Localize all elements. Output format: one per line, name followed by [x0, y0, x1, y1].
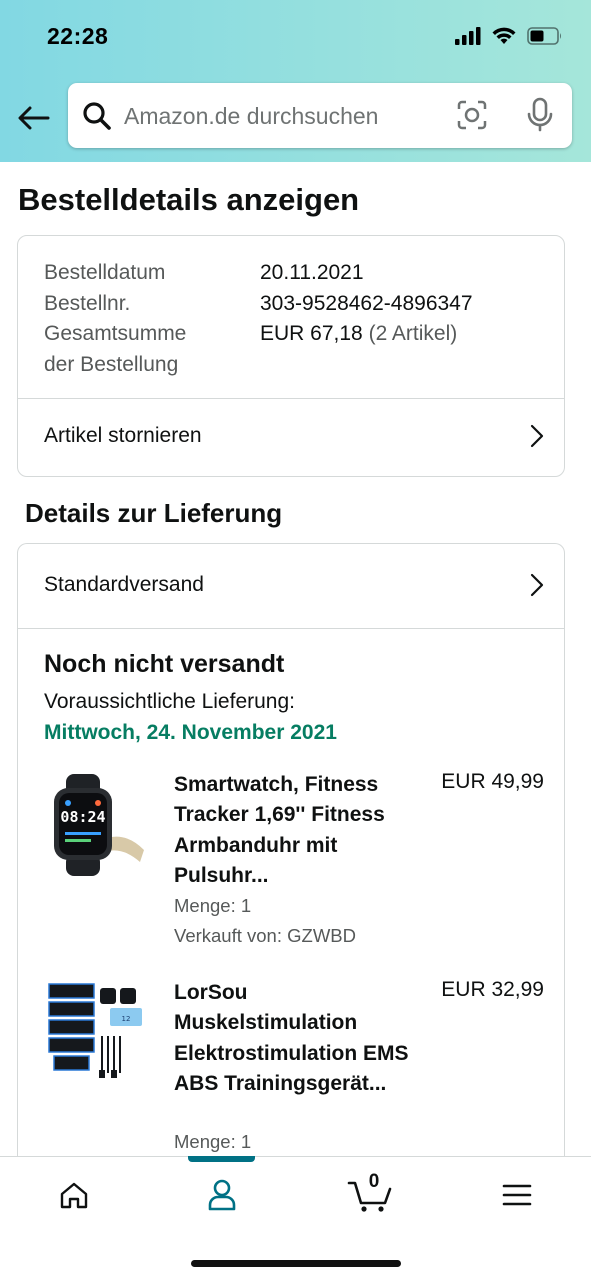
order-total-label: Gesamtsumme — [44, 322, 187, 345]
item-seller: Verkauft von: GZWBD — [174, 925, 356, 946]
nav-account[interactable] — [192, 1175, 252, 1215]
order-item[interactable]: 08:24 Smartwatch, Fitness Tracker 1,69''… — [44, 770, 544, 950]
order-number-value: 303-9528462-4896347 — [260, 291, 473, 315]
item-price: EUR 49,99 — [441, 770, 544, 793]
microphone-icon[interactable] — [525, 97, 555, 133]
nav-menu[interactable] — [487, 1175, 547, 1215]
order-number-label: Bestellnr. — [44, 291, 131, 315]
item-quantity: Menge: 1 — [174, 1131, 252, 1152]
order-summary: Bestelldatum 20.11.2021 Bestellnr. 303-9… — [44, 258, 473, 380]
camera-scan-icon[interactable] — [456, 99, 488, 131]
battery-icon — [527, 26, 561, 45]
active-tab-indicator — [188, 1156, 255, 1162]
order-date-label: Bestelldatum — [44, 261, 166, 284]
shipping-method-label: Standardversand — [44, 573, 204, 596]
status-time: 22:28 — [47, 23, 109, 49]
svg-text:12: 12 — [122, 1015, 131, 1023]
chevron-right-icon — [530, 573, 544, 597]
delivery-section-title: Details zur Lieferung — [25, 498, 283, 528]
search-icon — [83, 102, 111, 130]
signal-icon — [455, 26, 481, 45]
search-bar — [68, 83, 572, 148]
shipment-status: Noch nicht versandt — [44, 650, 285, 678]
eta-label: Voraussichtliche Lieferung: — [44, 690, 295, 713]
status-icons — [455, 26, 563, 45]
order-total-label-line2: der Bestellung — [44, 352, 179, 376]
item-quantity: Menge: 1 — [174, 895, 252, 916]
eta-date: Mittwoch, 24. November 2021 — [44, 721, 337, 744]
account-icon — [208, 1179, 236, 1211]
cancel-items-link[interactable]: Artikel stornieren — [18, 399, 564, 473]
nav-cart[interactable]: 0 — [340, 1171, 400, 1215]
order-item[interactable]: 12 LorSou Muskelstimulation Elektrostimu… — [44, 978, 544, 1158]
item-price: EUR 32,99 — [441, 978, 544, 1001]
chevron-right-icon — [530, 424, 544, 448]
order-item-count: (2 Artikel) — [368, 322, 458, 345]
ems-trainer-image: 12 — [48, 983, 142, 1078]
item-title[interactable]: Smartwatch, Fitness Tracker 1,69'' Fitne… — [174, 770, 414, 892]
order-summary-card: Bestelldatum 20.11.2021 Bestellnr. 303-9… — [17, 235, 565, 477]
svg-text:08:24: 08:24 — [60, 808, 105, 826]
nav-home[interactable] — [44, 1175, 104, 1215]
order-date-value: 20.11.2021 — [260, 261, 364, 284]
back-arrow-icon — [18, 106, 50, 130]
home-indicator — [191, 1260, 401, 1267]
cart-count: 0 — [368, 1171, 380, 1192]
page-title: Bestelldetails anzeigen — [18, 182, 360, 217]
order-total-value: EUR 67,18 — [260, 322, 363, 345]
back-button[interactable] — [16, 100, 52, 136]
divider — [18, 628, 564, 629]
smartwatch-image: 08:24 — [54, 774, 144, 876]
shipping-method-link[interactable]: Standardversand — [18, 548, 564, 622]
menu-icon — [502, 1184, 532, 1206]
delivery-card: Standardversand Noch nicht versandt Vora… — [17, 543, 565, 1183]
top-header: 22:28 — [0, 0, 591, 162]
search-input[interactable] — [124, 101, 424, 131]
item-title[interactable]: LorSou Muskelstimulation Elektrostimulat… — [174, 978, 414, 1100]
home-icon — [60, 1182, 88, 1209]
cancel-items-label: Artikel stornieren — [44, 424, 202, 447]
wifi-icon — [492, 27, 516, 44]
